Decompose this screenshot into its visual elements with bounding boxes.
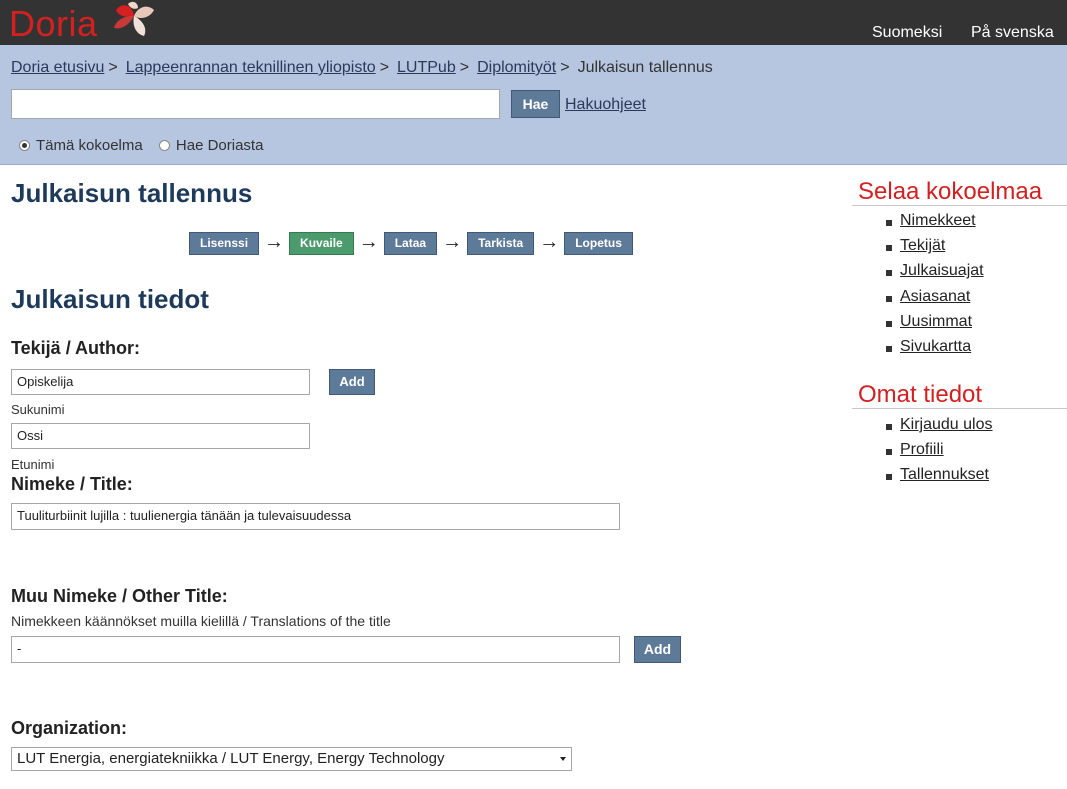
breadcrumb-doria-home[interactable]: Doria etusivu [11,59,104,76]
profile-link[interactable]: Profiili [900,441,944,458]
arrow-right-icon: → [358,231,379,253]
logout-link[interactable]: Kirjaudu ulos [900,416,993,433]
search-help-link[interactable]: Hakuohjeet [565,96,646,114]
browse-titles-link[interactable]: Nimekkeet [900,212,976,229]
browse-newest-link[interactable]: Uusimmat [900,313,972,330]
browse-list: Nimekkeet Tekijät Julkaisuajat Asiasanat… [886,212,984,363]
organization-selected-value: LUT Energia, energiatekniikka / LUT Ener… [17,750,445,767]
lang-svenska-link[interactable]: På svenska [971,24,1054,42]
surname-caption: Sukunimi [11,402,65,417]
submission-steps: Lisenssi → Kuvaile → Lataa → Tarkista → Lopetus [189,232,633,255]
list-item: Kirjaudu ulos [886,416,993,441]
browse-dates-link[interactable]: Julkaisuajat [900,262,984,279]
radio-unselected-icon[interactable] [158,140,170,151]
breadcrumb-diplomityot[interactable]: Diplomityöt [477,59,556,76]
step-kuvaile[interactable]: Kuvaile [289,232,354,255]
other-title-label: Muu Nimeke / Other Title: [11,586,228,606]
top-bar: Doria Suomeksi På svenska [0,0,1067,45]
list-item: Julkaisuajat [886,262,984,287]
browse-subjects-link[interactable]: Asiasanat [900,288,970,305]
list-item: Asiasanat [886,288,984,313]
list-item: Uusimmat [886,313,984,338]
breadcrumb: Doria etusivu > Lappeenrannan teknillinen … [11,59,713,76]
section-title: Julkaisun tiedot [11,284,209,314]
organization-label: Organization: [11,718,127,738]
divider [852,408,1067,409]
list-item: Profiili [886,441,993,466]
list-item: Tekijät [886,237,984,262]
step-lataa[interactable]: Lataa [383,232,438,255]
other-title-hint: Nimekkeen käännökset muilla kielillä / T… [11,613,391,629]
arrow-right-icon: → [264,231,285,253]
list-item: Nimekkeet [886,212,984,237]
leaf-logo-icon [114,1,154,36]
other-title-field[interactable]: - [11,636,620,663]
step-lisenssi[interactable]: Lisenssi [189,232,260,255]
search-button[interactable]: Hae [511,90,560,118]
add-other-title-button[interactable]: Add [634,636,681,663]
author-firstname-field[interactable]: Ossi [11,423,310,449]
account-list: Kirjaudu ulos Profiili Tallennukset [886,416,993,492]
arrow-right-icon: → [539,231,560,253]
author-label: Tekijä / Author: [11,338,141,358]
organization-select[interactable]: LUT Energia, energiatekniikka / LUT Ener… [11,747,572,771]
browse-title: Selaa kokoelmaa [858,178,1043,205]
account-title: Omat tiedot [858,381,983,408]
search-band: Doria etusivu > Lappeenrannan teknillinen … [0,45,1067,165]
lang-suomeksi-link[interactable]: Suomeksi [872,24,942,42]
author-surname-field[interactable]: Opiskelija [11,369,310,395]
breadcrumb-lutpub[interactable]: LUTPub [397,59,456,76]
title-field[interactable]: Tuuliturbiinit lujilla : tuulienergia tä… [11,503,620,530]
breadcrumb-current: Julkaisun tallennus [577,59,713,76]
scope-this-collection[interactable]: Tämä kokoelma [19,137,143,154]
radio-selected-icon[interactable] [19,140,30,151]
step-tarkista[interactable]: Tarkista [467,232,535,255]
title-label: Nimeke / Title: [11,474,133,494]
list-item: Tallennukset [886,466,993,491]
step-lopetus[interactable]: Lopetus [564,232,633,255]
search-scope: Tämä kokoelma Hae Doriasta [19,137,275,154]
breadcrumb-lut[interactable]: Lappeenrannan teknillinen yliopisto [126,59,376,76]
firstname-caption: Etunimi [11,457,55,472]
sitemap-link[interactable]: Sivukartta [900,338,971,355]
browse-authors-link[interactable]: Tekijät [900,237,945,254]
arrow-right-icon: → [442,231,463,253]
page-title: Julkaisun tallennus [11,178,253,208]
doria-logo[interactable]: Doria [9,2,98,46]
add-author-button[interactable]: Add [329,369,375,395]
chevron-down-icon [560,757,566,761]
submissions-link[interactable]: Tallennukset [900,466,989,483]
list-item: Sivukartta [886,338,984,363]
scope-all-doria[interactable]: Hae Doriasta [158,137,263,154]
divider [852,205,1067,206]
search-input[interactable] [11,89,500,119]
